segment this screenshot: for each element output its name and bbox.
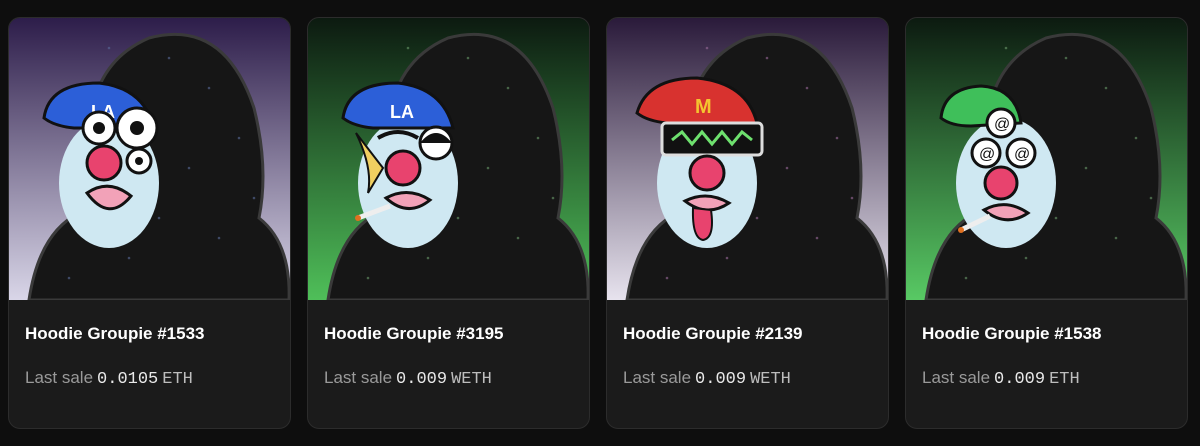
last-sale-currency: ETH — [162, 370, 193, 389]
last-sale: Last sale 0.009 WETH — [623, 366, 872, 392]
last-sale-price: 0.009 — [396, 370, 448, 389]
last-sale-label: Last sale — [623, 368, 692, 387]
svg-text:@: @ — [979, 146, 995, 163]
nft-image[interactable]: M — [607, 18, 888, 300]
last-sale-label: Last sale — [922, 368, 991, 387]
cap-logo: LA — [390, 102, 414, 122]
nft-card[interactable]: M Hoodie Groupie #2139 Last sale 0.009 WET… — [606, 17, 889, 429]
last-sale-currency: WETH — [750, 370, 791, 389]
last-sale-price: 0.009 — [695, 370, 747, 389]
nft-name[interactable]: Hoodie Groupie #3195 — [324, 322, 573, 346]
last-sale-label: Last sale — [25, 368, 94, 387]
last-sale-price: 0.009 — [994, 370, 1046, 389]
nft-card[interactable]: LA Hoodie Groupie #3195 Last sale 0.009 WE… — [307, 17, 590, 429]
svg-text:@: @ — [994, 116, 1010, 133]
nft-card[interactable]: LA Hoodie Groupie #1533 Last sale0.0105E… — [8, 17, 291, 429]
nft-image[interactable]: LA — [308, 18, 589, 300]
last-sale: Last sale 0.009 WETH — [324, 366, 573, 392]
visor — [660, 121, 764, 157]
nft-image[interactable]: LA — [9, 18, 290, 300]
last-sale: Last sale 0.009 ETH — [922, 366, 1171, 392]
last-sale-price: 0.0105 — [97, 370, 159, 389]
nft-image[interactable]: @ @ @ — [906, 18, 1187, 300]
nft-card[interactable]: @ @ @ Hoodie Groupie #1538 Last sale 0.00… — [905, 17, 1188, 429]
svg-text:@: @ — [1014, 146, 1030, 163]
last-sale-currency: WETH — [451, 370, 492, 389]
last-sale: Last sale 0.0105 ETH — [25, 366, 274, 392]
nft-grid: LA Hoodie Groupie #1533 Last sale0.0105E… — [8, 17, 1188, 429]
nft-name[interactable]: Hoodie Groupie #2139 — [623, 322, 872, 346]
cap-logo: M — [695, 96, 712, 118]
nft-name[interactable]: Hoodie Groupie #1533 — [25, 322, 274, 346]
last-sale-currency: ETH — [1049, 370, 1080, 389]
nft-name[interactable]: Hoodie Groupie #1538 — [922, 322, 1171, 346]
last-sale-label: Last sale — [324, 368, 393, 387]
